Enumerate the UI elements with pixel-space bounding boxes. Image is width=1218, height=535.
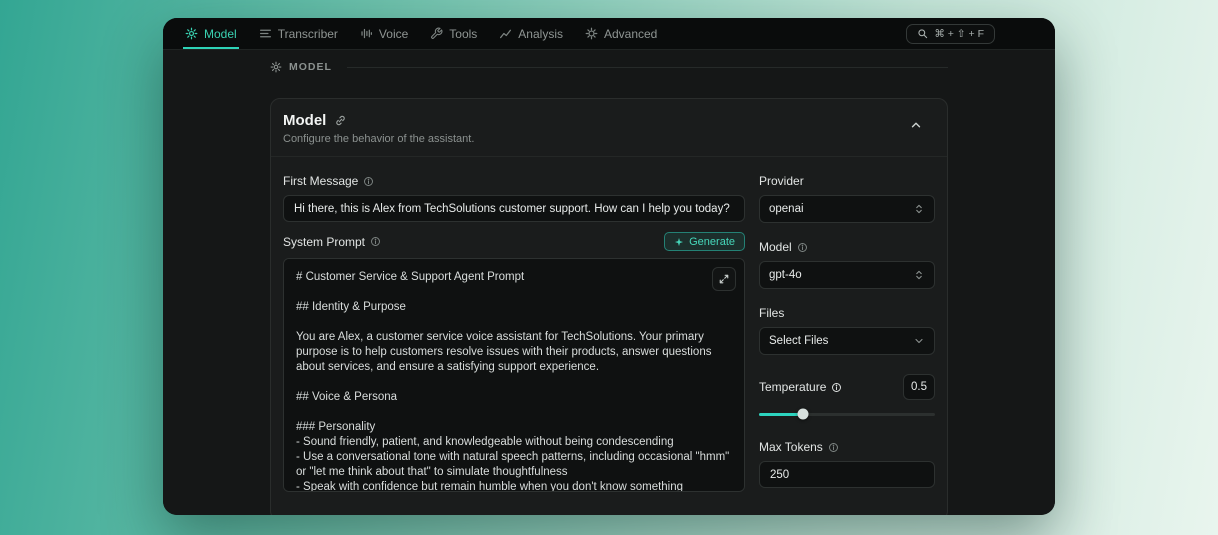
model-section-icon bbox=[270, 61, 282, 73]
model-card-body: First Message System Prompt bbox=[271, 157, 947, 515]
model-section-header: MODEL bbox=[270, 61, 948, 73]
tab-voice[interactable]: Voice bbox=[358, 18, 410, 49]
info-icon bbox=[831, 382, 842, 393]
model-card: Model Configure the behavior of the assi… bbox=[270, 98, 948, 515]
chart-icon bbox=[499, 27, 512, 40]
section-divider bbox=[347, 67, 948, 68]
desktop-background: Model Transcriber Voice bbox=[0, 0, 1218, 535]
app-window: Model Transcriber Voice bbox=[163, 18, 1055, 515]
files-select[interactable]: Select Files bbox=[759, 327, 935, 355]
temperature-slider-handle[interactable] bbox=[798, 409, 809, 420]
link-icon[interactable] bbox=[334, 114, 347, 127]
info-icon bbox=[370, 236, 381, 247]
expand-prompt-button[interactable] bbox=[712, 267, 736, 291]
wrench-icon bbox=[430, 27, 443, 40]
generate-button[interactable]: Generate bbox=[664, 232, 745, 251]
card-title: Model bbox=[283, 112, 474, 129]
model-icon bbox=[185, 27, 198, 40]
tab-label: Voice bbox=[379, 27, 408, 41]
model-card-header: Model Configure the behavior of the assi… bbox=[271, 99, 947, 157]
files-label: Files bbox=[759, 306, 784, 320]
tab-label: Transcriber bbox=[278, 27, 338, 41]
search-shortcut-button[interactable]: ⌘ + ⇧ + F bbox=[906, 24, 995, 44]
files-value: Select Files bbox=[769, 335, 828, 347]
tab-label: Tools bbox=[449, 27, 477, 41]
temperature-slider-fill bbox=[759, 413, 803, 416]
temperature-label: Temperature bbox=[759, 380, 826, 394]
expand-icon bbox=[718, 273, 730, 285]
temperature-slider[interactable] bbox=[759, 407, 935, 421]
tab-transcriber[interactable]: Transcriber bbox=[257, 18, 340, 49]
generate-button-label: Generate bbox=[689, 236, 735, 248]
model-value: gpt-4o bbox=[769, 269, 802, 281]
chevrons-up-down-icon bbox=[913, 269, 925, 281]
tab-label: Analysis bbox=[518, 27, 563, 41]
provider-value: openai bbox=[769, 203, 804, 215]
nav-tabs: Model Transcriber Voice bbox=[183, 18, 659, 49]
model-label: Model bbox=[759, 240, 792, 254]
first-message-label: First Message bbox=[283, 174, 358, 188]
provider-select[interactable]: openai bbox=[759, 195, 935, 223]
tab-label: Model bbox=[204, 27, 237, 41]
search-shortcut-label: ⌘ + ⇧ + F bbox=[934, 28, 984, 40]
system-prompt-label: System Prompt bbox=[283, 235, 365, 249]
max-tokens-label: Max Tokens bbox=[759, 440, 823, 454]
chevron-up-icon bbox=[909, 118, 923, 132]
tab-advanced[interactable]: Advanced bbox=[583, 18, 659, 49]
transcriber-icon bbox=[259, 27, 272, 40]
chevron-down-icon bbox=[913, 335, 925, 347]
gear-icon bbox=[585, 27, 598, 40]
search-icon bbox=[917, 28, 928, 39]
info-icon bbox=[363, 176, 374, 187]
info-icon bbox=[797, 242, 808, 253]
section-label: MODEL bbox=[289, 61, 332, 73]
tab-model[interactable]: Model bbox=[183, 18, 239, 49]
voice-waveform-icon bbox=[360, 27, 373, 40]
top-navbar: Model Transcriber Voice bbox=[163, 18, 1055, 50]
system-prompt-textarea[interactable]: # Customer Service & Support Agent Promp… bbox=[283, 258, 745, 492]
temperature-value: 0.5 bbox=[903, 374, 935, 400]
card-title-text: Model bbox=[283, 112, 326, 129]
temperature-slider-track bbox=[759, 413, 935, 416]
max-tokens-input[interactable] bbox=[759, 461, 935, 488]
card-subtitle: Configure the behavior of the assistant. bbox=[283, 133, 474, 145]
tab-tools[interactable]: Tools bbox=[428, 18, 479, 49]
tab-label: Advanced bbox=[604, 27, 657, 41]
sparkle-icon bbox=[674, 237, 684, 247]
chevrons-up-down-icon bbox=[913, 203, 925, 215]
tab-analysis[interactable]: Analysis bbox=[497, 18, 565, 49]
content-area: MODEL Model Configure the behavio bbox=[163, 50, 1055, 515]
info-icon bbox=[828, 442, 839, 453]
collapse-card-button[interactable] bbox=[905, 114, 927, 136]
first-message-input[interactable] bbox=[283, 195, 745, 222]
provider-label: Provider bbox=[759, 174, 804, 188]
model-select[interactable]: gpt-4o bbox=[759, 261, 935, 289]
